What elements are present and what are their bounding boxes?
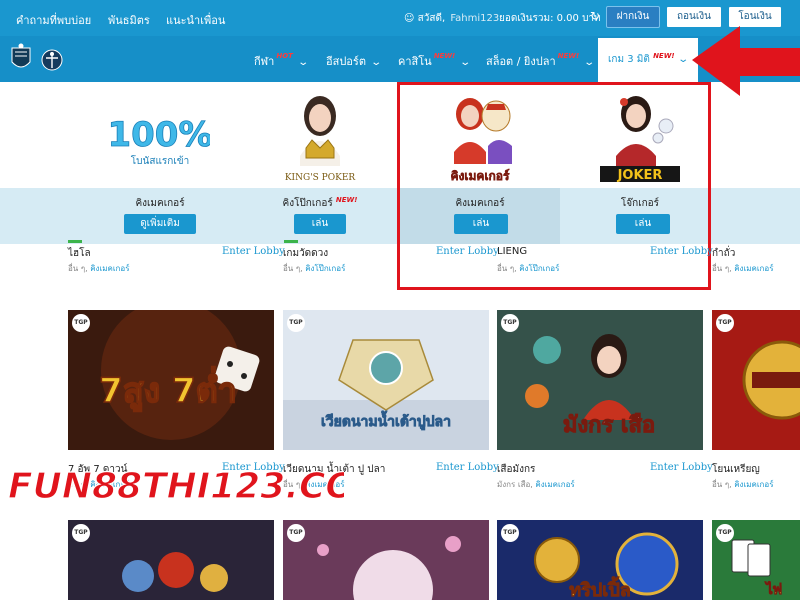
dropdown-item-promo: 100% โบนัสแรกเข้า คิงเมคเกอร์ ดูเพิ่มเติ…: [80, 82, 240, 244]
game-card-fish-prawn-crab[interactable]: เวียดนามน้ำเต้าปูปลา TGP: [283, 310, 489, 450]
provider-logo: TGP: [72, 314, 90, 332]
nav-3d-label: เกม 3 มิติ: [608, 54, 650, 65]
nav-sports[interactable]: กีฬา HOT ⌄: [254, 52, 310, 70]
highlight-box: [397, 82, 711, 290]
game-thumbnail: [283, 520, 489, 600]
svg-text:100%: 100%: [110, 115, 210, 155]
club-logo[interactable]: [6, 42, 66, 76]
game-title[interactable]: กำถั่ว: [712, 246, 735, 261]
svg-text:FUN88THI123.COM: FUN88THI123.COM: [8, 466, 344, 507]
provider-logo: TGP: [501, 314, 519, 332]
chevron-down-icon: ⌄: [583, 57, 596, 68]
game-thumbnail: มังกร เสือ: [497, 310, 703, 450]
svg-text:ไพ่: ไพ่: [764, 580, 782, 598]
game-title[interactable]: โยนเหรียญ: [712, 462, 760, 477]
nav-slots-label: สล็อต / ยิงปลา: [486, 55, 556, 68]
game-card[interactable]: ไพ่ TGP: [712, 520, 800, 600]
nav-3d-games[interactable]: เกม 3 มิติ NEW! ⌄: [598, 38, 698, 82]
provider-logo: TGP: [501, 524, 519, 542]
partners-link[interactable]: พันธมิตร: [108, 11, 150, 29]
nav-esports-label: อีสปอร์ต: [326, 55, 366, 68]
game-title[interactable]: เสือมังกร: [497, 462, 535, 477]
username: Fahmi123: [450, 13, 500, 24]
kings-poker-image[interactable]: KING'S POKER: [270, 86, 370, 186]
game-card-dragon-tiger[interactable]: มังกร เสือ TGP: [497, 310, 703, 450]
bonus-promo-image[interactable]: 100% โบนัสแรกเข้า: [110, 86, 210, 186]
provider-logo: TGP: [287, 314, 305, 332]
new-indicator: [284, 240, 298, 243]
chevron-down-icon: ⌄: [297, 57, 310, 68]
game-category: มังกร เสือ, คิงเมคเกอร์: [497, 480, 575, 489]
game-title[interactable]: LIENG: [497, 246, 527, 257]
main-nav: กีฬา HOT⌄ อีสปอร์ต ⌄ คาสิโน NEW!⌄ สล็อต / ย…: [0, 36, 800, 82]
site-watermark: FUN88THI123.COM: [7, 465, 344, 507]
game-card-7up7down[interactable]: 7สูง 7ต่ำ TGP: [68, 310, 274, 450]
faq-link[interactable]: คำถามที่พบบ่อย: [16, 11, 91, 29]
see-more-button[interactable]: ดูเพิ่มเติม: [124, 214, 196, 234]
play-button[interactable]: เล่น: [294, 214, 346, 234]
nav-slots-fishing[interactable]: สล็อต / ยิงปลา NEW!⌄: [486, 52, 596, 70]
game-thumbnail: เวียดนามน้ำเต้าปูปลา: [283, 310, 489, 450]
enter-lobby-link[interactable]: Enter Lobby: [222, 246, 285, 257]
new-badge: NEW!: [433, 52, 456, 60]
nav-esports[interactable]: อีสปอร์ต ⌄: [326, 52, 383, 70]
svg-text:7สูง 7ต่ำ: 7สูง 7ต่ำ: [99, 366, 237, 412]
balance-total: ยอดเงินรวม: 0.00 บาท: [499, 13, 601, 24]
chevron-down-icon: ⌄: [459, 57, 472, 68]
enter-lobby-link[interactable]: Enter Lobby: [436, 246, 499, 257]
greeting-text: สวัสดี,: [417, 13, 446, 24]
chevron-down-icon: ⌄: [370, 57, 383, 68]
new-badge: NEW!: [653, 52, 675, 60]
dropdown-item-name: คิงเมคเกอร์: [135, 198, 185, 209]
nav-casino-label: คาสิโน: [398, 55, 432, 68]
game-title[interactable]: ไฮโล: [68, 246, 91, 261]
svg-text:KING'S POKER: KING'S POKER: [285, 173, 356, 183]
game-category: อื่น ๆ, คิงเมคเกอร์: [712, 480, 774, 489]
new-indicator: [68, 240, 82, 243]
provider-logo: TGP: [287, 524, 305, 542]
user-icon: ☺: [404, 13, 415, 24]
game-card[interactable]: TGP: [68, 520, 274, 600]
nav-sports-label: กีฬา: [254, 55, 275, 68]
game-category: อื่น ๆ, คิงเมคเกอร์: [712, 264, 774, 273]
svg-text:มังกร เสือ: มังกร เสือ: [563, 413, 655, 438]
top-bar: คำถามที่พบบ่อย พันธมิตร แนะนำเพื่อน ☺ สว…: [0, 0, 800, 36]
game-card[interactable]: TGP: [283, 520, 489, 600]
refresh-icon[interactable]: ↻: [590, 9, 600, 23]
enter-lobby-link[interactable]: Enter Lobby: [650, 462, 713, 473]
enter-lobby-link[interactable]: Enter Lobby: [650, 246, 713, 257]
game-title[interactable]: เกมวัดดวง: [283, 246, 328, 261]
game-thumbnail: 7สูง 7ต่ำ: [68, 310, 274, 450]
game-card-coin-toss[interactable]: TGP: [712, 310, 800, 450]
deposit-button[interactable]: ฝากเงิน: [606, 6, 660, 28]
new-badge: NEW!: [557, 52, 580, 60]
game-thumbnail: ทริปเปิ้ล: [497, 520, 703, 600]
game-card[interactable]: ทริปเปิ้ล TGP: [497, 520, 703, 600]
refer-friend-link[interactable]: แนะนำเพื่อน: [166, 11, 225, 29]
provider-logo: TGP: [716, 314, 734, 332]
nav-casino[interactable]: คาสิโน NEW!⌄: [398, 52, 472, 70]
chevron-down-icon: ⌄: [676, 54, 689, 65]
red-arrow-annotation: [692, 26, 800, 96]
user-greeting: ☺ สวัสดี, Fahmi123: [404, 11, 499, 26]
new-badge: NEW!: [335, 196, 358, 204]
hot-badge: HOT: [276, 52, 293, 60]
enter-lobby-link[interactable]: Enter Lobby: [436, 462, 499, 473]
dropdown-item-name: คิงโป๊กเกอร์ NEW!: [282, 196, 358, 209]
svg-text:ทริปเปิ้ล: ทริปเปิ้ล: [569, 576, 631, 600]
game-category: อื่น ๆ, คิงโป๊กเกอร์: [497, 264, 560, 273]
svg-text:โบนัสแรกเข้า: โบนัสแรกเข้า: [131, 154, 189, 167]
game-thumbnail: [68, 520, 274, 600]
provider-logo: TGP: [716, 524, 734, 542]
dropdown-item-kings-poker: KING'S POKER คิงโป๊กเกอร์ NEW! เล่น: [240, 82, 400, 244]
game-category: อื่น ๆ, คิงเมคเกอร์: [68, 264, 130, 273]
provider-logo: TGP: [72, 524, 90, 542]
game-category: อื่น ๆ, คิงโป๊กเกอร์: [283, 264, 346, 273]
